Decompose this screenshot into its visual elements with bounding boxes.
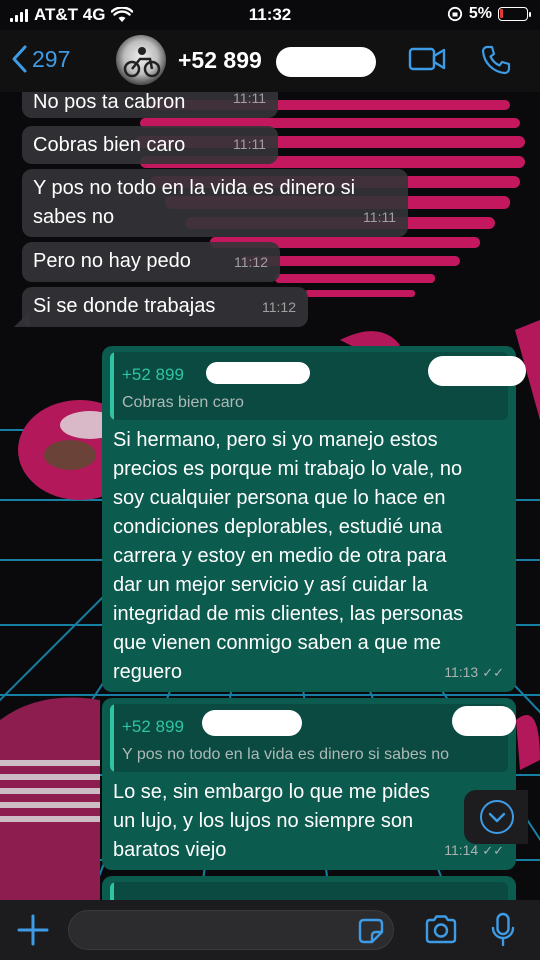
message-time: 11:11 [233,136,266,152]
quote-text: Cobras bien caro [122,394,244,411]
outgoing-message[interactable]: +52 899 Y pos no todo en la vida es dine… [102,698,516,870]
unread-count: 297 [32,45,71,72]
message-time: 11:14 [444,842,479,858]
sticker-button[interactable] [358,918,384,949]
battery-icon [498,7,531,21]
quote-text: Y pos no todo en la vida es dinero si sa… [122,746,450,763]
message-text-line: baratos viejo [113,839,227,861]
message-text-line: carrera y estoy en medio de otra para [113,545,447,567]
message-time: 11:13 [444,664,479,680]
voice-message-button[interactable] [490,912,516,953]
camera-icon [425,915,457,944]
camera-button[interactable] [424,914,458,949]
chevron-down-circle-icon [480,800,514,834]
video-camera-icon [408,47,446,71]
incoming-message[interactable]: Cobras bien caro 11:11 [22,126,278,164]
chevron-left-icon [12,45,27,73]
message-meta: 11:13 ✓✓ [444,658,504,687]
message-text-line: Lo se, sin embargo lo que me pides [113,781,430,803]
battery-percent: 5% [468,5,492,22]
redaction-mark [428,356,526,386]
quote-sender: +52 899 [122,717,184,736]
incoming-message[interactable]: No pos ta cabron 11:11 [22,92,278,118]
scroll-to-bottom-button[interactable] [464,790,528,844]
message-time: 11:12 [262,299,296,315]
video-call-button[interactable] [408,46,446,77]
redaction-mark [452,706,516,736]
bubble-tail [14,311,30,327]
message-text-line: soy cualquier persona que lo hace en [113,487,446,509]
quote-accent-bar [110,704,114,772]
message-text-line: Y pos no todo en la vida es dinero si [33,177,356,199]
read-receipt-icon: ✓✓ [482,665,504,680]
message-text-line: un lujo, y los lujos no siempre son [113,810,414,832]
chat-header: 297 +52 899 [0,30,540,92]
orientation-lock-icon [447,6,462,22]
redaction-mark [202,710,302,736]
message-text: Cobras bien caro [33,134,186,156]
message-text-line: reguero [113,661,182,683]
message-text: Si se donde trabajas [33,295,216,317]
message-text-line: condiciones deplorables, estudié una [113,516,443,538]
quote-sender: +52 899 [122,365,184,384]
message-text: Pero no hay pedo [33,250,191,272]
message-text-line: dar un mejor servicio y así cuidar la [113,574,428,596]
quoted-reply-partial [110,882,508,900]
message-text-line: sabes no [33,206,115,228]
message-input[interactable] [68,910,394,950]
message-time: 11:11 [233,92,266,106]
incoming-message[interactable]: Y pos no todo en la vida es dinero si sa… [22,169,408,237]
message-text-line: precios es porque mi trabajo lo vale, no [113,458,463,480]
attach-button[interactable] [16,913,50,952]
back-button[interactable]: 297 [10,44,70,74]
message-text-line: Si hermano, pero si yo manejo estos [113,429,438,451]
phone-icon [481,45,511,75]
message-list[interactable]: No pos ta cabron 11:11 Cobras bien caro … [0,92,540,900]
compose-bar [0,900,540,960]
plus-icon [17,914,49,946]
outgoing-message[interactable]: +52 899 Cobras bien caro Si hermano, per… [102,346,526,692]
contact-name[interactable]: +52 899 [178,47,262,74]
message-text: No pos ta cabron [33,92,186,113]
quoted-reply[interactable]: +52 899 Y pos no todo en la vida es dine… [110,704,508,772]
status-right: 5% [447,5,531,23]
microphone-icon [491,912,515,947]
message-text-line: integridad de mis clientes, las personas [113,603,464,625]
redaction-mark [276,47,376,77]
voice-call-button[interactable] [480,44,512,81]
quote-accent-bar [110,352,114,420]
quote-accent-bar [110,882,114,900]
status-bar: AT&T 4G 11:32 5% [0,0,540,30]
contact-avatar[interactable] [116,35,166,85]
message-time: 11:12 [234,254,268,270]
redaction-mark [206,362,310,384]
message-text-line: que vienen conmigo saben a que me [113,632,442,654]
motorcycle-icon [123,47,161,78]
message-time: 11:11 [363,209,396,225]
incoming-message[interactable]: Pero no hay pedo 11:12 [22,242,280,282]
incoming-message[interactable]: Si se donde trabajas 11:12 [14,287,308,327]
outgoing-message-partial[interactable] [102,876,516,900]
read-receipt-icon: ✓✓ [482,843,504,858]
sticker-icon [358,918,384,944]
